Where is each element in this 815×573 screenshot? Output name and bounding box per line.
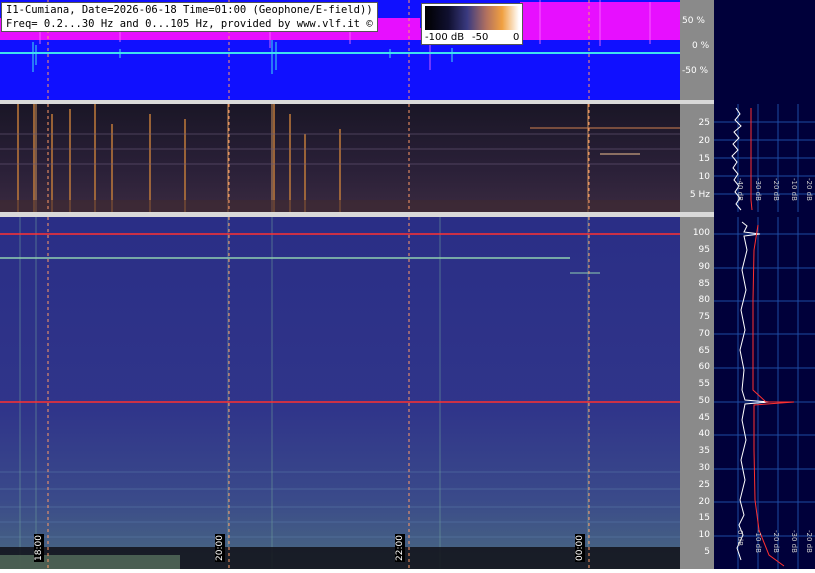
spectrum-plot [714, 0, 815, 569]
high-freq-tick: 85 [698, 279, 710, 289]
title-box: I1-Cumiana, Date=2026-06-18 Time=01:00 (… [1, 2, 378, 32]
amplitude-tick: 0 % [692, 41, 710, 51]
spectrum-db-label: -30 dB [754, 178, 762, 201]
high-frequency-axis: 100 95 90 85 80 75 70 65 60 55 50 45 40 … [680, 217, 714, 569]
spectrum-panel: -40 dB -30 dB -20 dB -10 dB -20 dB 0 dB … [714, 0, 815, 569]
time-label: 22:00 [395, 534, 405, 562]
high-freq-tick: 10 [698, 530, 710, 540]
time-label: 00:00 [575, 534, 585, 562]
low-spectrogram-plot [0, 104, 680, 212]
spectrum-db-label: -20 dB [772, 530, 780, 553]
low-freq-tick: 15 [698, 154, 710, 164]
spectrum-db-label: -20 dB [772, 178, 780, 201]
high-freq-tick: 75 [698, 312, 710, 322]
low-freq-tick: 10 [698, 172, 710, 182]
low-frequency-spectrogram [0, 104, 680, 212]
high-freq-tick: 55 [698, 379, 710, 389]
high-freq-tick: 25 [698, 480, 710, 490]
spectrum-db-label: -20 dB [805, 530, 813, 553]
spectrum-db-label: -30 dB [790, 530, 798, 553]
high-spectrogram-plot [0, 217, 680, 569]
high-freq-tick: 70 [698, 329, 710, 339]
time-label: 20:00 [215, 534, 225, 562]
high-freq-tick: 20 [698, 497, 710, 507]
low-freq-tick: 20 [698, 136, 710, 146]
high-freq-tick: 50 [698, 396, 710, 406]
low-freq-tick: 25 [698, 118, 710, 128]
amplitude-tick: -50 % [682, 66, 709, 76]
colorbar: -100 dB -50 0 [421, 3, 523, 45]
high-freq-tick: 95 [698, 245, 710, 255]
colorbar-label-min: -100 dB [425, 32, 465, 43]
high-freq-tick: 15 [698, 513, 710, 523]
high-freq-tick: 60 [698, 362, 710, 372]
time-label: 18:00 [34, 534, 44, 562]
high-freq-tick: 30 [698, 463, 710, 473]
high-freq-tick: 80 [698, 295, 710, 305]
spectrum-db-label: -10 dB [790, 178, 798, 201]
spectrum-db-label: 0 dB [736, 530, 744, 546]
colorbar-gradient [425, 6, 519, 30]
high-freq-tick: 5 [704, 547, 710, 557]
title-line-1: I1-Cumiana, Date=2026-06-18 Time=01:00 (… [6, 4, 373, 16]
amplitude-axis: 50 % 0 % -50 % [680, 0, 714, 100]
spectrum-db-label: -20 dB [805, 178, 813, 201]
low-frequency-axis: 25 20 15 10 5 Hz [680, 104, 714, 212]
high-freq-tick: 40 [698, 429, 710, 439]
high-frequency-spectrogram [0, 217, 680, 569]
high-freq-tick: 100 [692, 228, 710, 238]
amplitude-tick: 50 % [682, 16, 705, 26]
high-freq-tick: 45 [698, 413, 710, 423]
spectrum-db-label: -10 dB [754, 530, 762, 553]
colorbar-label-max: 0 [513, 32, 520, 43]
high-freq-tick: 35 [698, 446, 710, 456]
title-line-2: Freq= 0.2...30 Hz and 0...105 Hz, provid… [6, 18, 373, 30]
high-freq-tick: 65 [698, 346, 710, 356]
spectrum-db-label: -40 dB [736, 178, 744, 201]
low-freq-tick: 5 Hz [689, 190, 710, 200]
high-freq-tick: 90 [698, 262, 710, 272]
colorbar-label-mid: -50 [472, 32, 489, 43]
